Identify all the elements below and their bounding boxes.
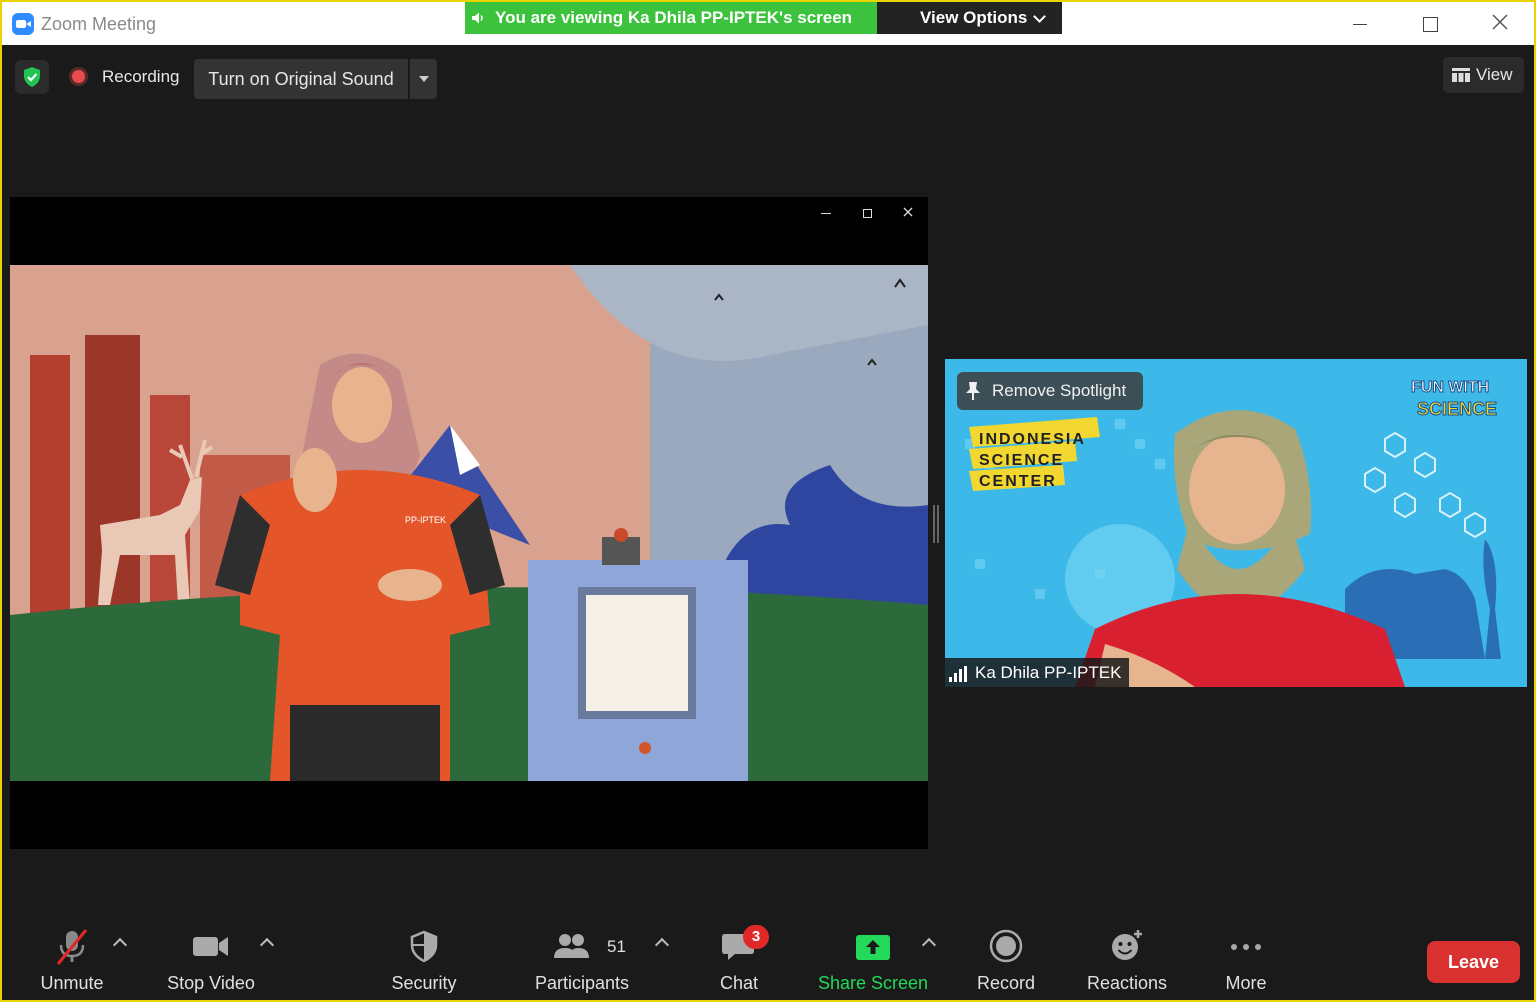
- share-screen-icon: [856, 935, 890, 960]
- window-close-button[interactable]: [1477, 8, 1523, 40]
- participant-name-label: Ka Dhila PP-IPTEK: [945, 658, 1130, 687]
- viewing-screen-text: You are viewing Ka Dhila PP-IPTEK's scre…: [495, 8, 853, 27]
- remove-spotlight-label: Remove Spotlight: [992, 381, 1127, 400]
- reactions-button[interactable]: Reactions: [1080, 928, 1174, 998]
- panel-resize-handle[interactable]: [933, 505, 939, 543]
- grid-view-icon: [1452, 68, 1470, 82]
- unmute-button[interactable]: Unmute: [32, 928, 112, 998]
- svg-text:INDONESIA: INDONESIA: [979, 431, 1086, 448]
- close-icon: [1492, 14, 1508, 30]
- record-icon: [989, 929, 1023, 963]
- window-minimize-button[interactable]: [1337, 8, 1383, 40]
- window-maximize-button[interactable]: [1407, 8, 1453, 40]
- shield-icon: [410, 930, 438, 963]
- video-options-caret[interactable]: [259, 937, 275, 953]
- unmute-label: Unmute: [40, 973, 104, 993]
- participant-name: Ka Dhila PP-IPTEK: [975, 663, 1122, 682]
- participants-label: Participants: [534, 973, 630, 993]
- share-screen-label: Share Screen: [817, 973, 929, 993]
- speaker-icon: [472, 12, 483, 24]
- original-sound-button[interactable]: Turn on Original Sound: [194, 59, 408, 99]
- minimize-icon: [1353, 24, 1367, 26]
- maximize-icon: [1422, 17, 1438, 33]
- encryption-shield-button[interactable]: [15, 60, 49, 94]
- view-label: View: [1476, 65, 1513, 84]
- svg-text:CENTER: CENTER: [979, 473, 1057, 490]
- view-options-label: View Options: [920, 8, 1028, 27]
- share-screen-button[interactable]: Share Screen: [812, 928, 934, 998]
- stop-video-label: Stop Video: [167, 973, 255, 993]
- record-label: Record: [976, 973, 1036, 993]
- svg-text:FUN WITH: FUN WITH: [1411, 379, 1489, 396]
- shared-screen-window: PP-IPTEK: [10, 197, 928, 849]
- record-button[interactable]: Record: [970, 928, 1042, 998]
- remove-spotlight-button[interactable]: Remove Spotlight: [957, 372, 1143, 410]
- svg-text:SCIENCE: SCIENCE: [979, 452, 1064, 469]
- participants-icon: [554, 934, 589, 958]
- signal-bars-icon: [949, 665, 967, 682]
- zoom-logo-icon: [12, 13, 34, 35]
- shared-window-close-button[interactable]: [897, 203, 919, 221]
- viewing-screen-banner: You are viewing Ka Dhila PP-IPTEK's scre…: [465, 2, 877, 34]
- shield-check-icon: [24, 67, 40, 87]
- microphone-muted-icon: [56, 929, 88, 965]
- more-label: More: [1225, 973, 1267, 993]
- security-button[interactable]: Security: [380, 928, 468, 998]
- shared-video-content: PP-IPTEK: [10, 265, 928, 781]
- minimize-icon: [821, 212, 831, 214]
- participants-count: 51: [607, 937, 626, 956]
- shared-window-restore-button[interactable]: [856, 203, 878, 221]
- reactions-label: Reactions: [1086, 973, 1168, 993]
- audio-options-caret[interactable]: [112, 937, 128, 953]
- shared-window-minimize-button[interactable]: [815, 203, 837, 221]
- chat-unread-badge: 3: [743, 925, 769, 949]
- view-button[interactable]: View: [1443, 57, 1524, 93]
- pin-icon: [966, 382, 980, 400]
- participants-options-caret[interactable]: [654, 937, 670, 953]
- window-title: Zoom Meeting: [41, 14, 157, 34]
- recording-label: Recording: [102, 67, 180, 86]
- presenter-scene-image: PP-IPTEK: [10, 265, 928, 781]
- more-dots-icon: [1231, 944, 1261, 950]
- stop-video-button[interactable]: Stop Video: [160, 928, 262, 998]
- zoom-window: Zoom Meeting You are viewing Ka Dhila PP…: [0, 0, 1536, 1002]
- caret-down-icon: [419, 76, 429, 82]
- svg-text:SCIENCE: SCIENCE: [1417, 399, 1497, 419]
- recording-indicator[interactable]: Recording: [60, 59, 185, 95]
- view-options-button[interactable]: View Options: [877, 2, 1062, 34]
- emoji-add-icon: [1112, 930, 1142, 960]
- participants-button[interactable]: 51 Participants: [527, 928, 637, 998]
- original-sound-dropdown[interactable]: [410, 59, 437, 99]
- chat-label: Chat: [719, 973, 759, 993]
- restore-icon: [862, 208, 872, 218]
- chevron-down-icon: [1033, 10, 1046, 23]
- more-button[interactable]: More: [1212, 928, 1280, 998]
- leave-button[interactable]: Leave: [1427, 941, 1520, 983]
- security-label: Security: [391, 973, 457, 993]
- participant-video-tile[interactable]: INDONESIA SCIENCE CENTER FUN WITH SCIENC…: [945, 359, 1527, 687]
- video-camera-icon: [193, 937, 228, 956]
- close-icon: [903, 207, 913, 217]
- recording-dot-icon: [72, 70, 85, 83]
- svg-text:PP-IPTEK: PP-IPTEK: [405, 515, 446, 525]
